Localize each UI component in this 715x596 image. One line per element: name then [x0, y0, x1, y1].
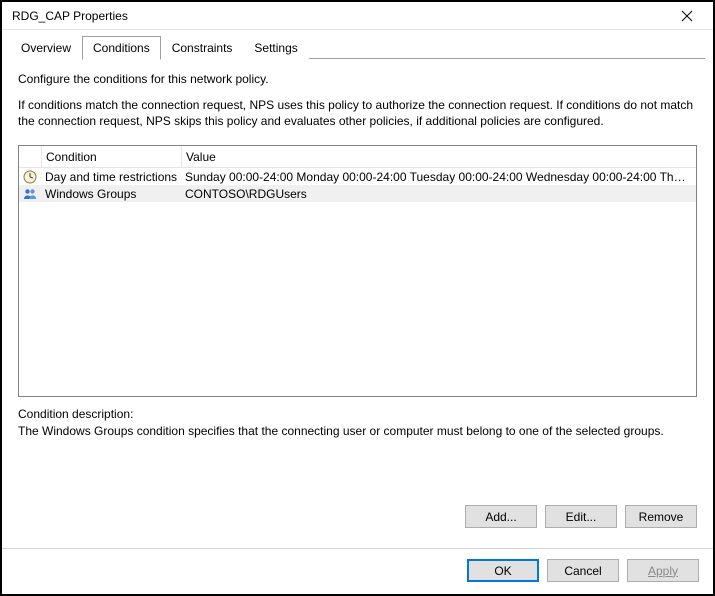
- clock-icon: [19, 169, 41, 185]
- tab-constraints[interactable]: Constraints: [161, 36, 244, 59]
- window-title: RDG_CAP Properties: [12, 9, 667, 23]
- close-icon: [681, 10, 693, 22]
- row-value: Sunday 00:00-24:00 Monday 00:00-24:00 Tu…: [181, 170, 696, 184]
- tab-conditions[interactable]: Conditions: [82, 36, 161, 60]
- properties-window: RDG_CAP Properties Overview Conditions C…: [0, 0, 715, 596]
- row-value: CONTOSO\RDGUsers: [181, 187, 696, 201]
- conditions-list[interactable]: Condition Value Day and time restriction…: [18, 145, 697, 397]
- list-row[interactable]: Day and time restrictions Sunday 00:00-2…: [19, 168, 696, 185]
- explanation-text: If conditions match the connection reque…: [18, 97, 697, 129]
- row-condition: Day and time restrictions: [41, 170, 181, 184]
- tab-content: Configure the conditions for this networ…: [2, 59, 713, 548]
- group-icon: [19, 186, 41, 202]
- condition-buttons: Add... Edit... Remove: [18, 465, 697, 540]
- apply-button: Apply: [627, 559, 699, 582]
- tab-strip: Overview Conditions Constraints Settings: [2, 30, 713, 59]
- add-button[interactable]: Add...: [465, 505, 537, 528]
- description-text: The Windows Groups condition specifies t…: [18, 423, 697, 439]
- list-header: Condition Value: [19, 146, 696, 168]
- tab-overview[interactable]: Overview: [10, 36, 82, 59]
- apply-label: Apply: [648, 564, 678, 578]
- cancel-button[interactable]: Cancel: [547, 559, 619, 582]
- row-condition: Windows Groups: [41, 187, 181, 201]
- header-condition[interactable]: Condition: [41, 146, 181, 167]
- intro-text: Configure the conditions for this networ…: [18, 71, 697, 87]
- tab-settings[interactable]: Settings: [243, 36, 308, 59]
- title-bar: RDG_CAP Properties: [2, 2, 713, 30]
- ok-button[interactable]: OK: [467, 559, 539, 582]
- close-button[interactable]: [667, 2, 707, 29]
- list-row[interactable]: Windows Groups CONTOSO\RDGUsers: [19, 185, 696, 202]
- dialog-buttons: OK Cancel Apply: [2, 548, 713, 594]
- remove-button[interactable]: Remove: [625, 505, 697, 528]
- edit-button[interactable]: Edit...: [545, 505, 617, 528]
- header-value[interactable]: Value: [181, 146, 696, 167]
- description-label: Condition description:: [18, 407, 697, 421]
